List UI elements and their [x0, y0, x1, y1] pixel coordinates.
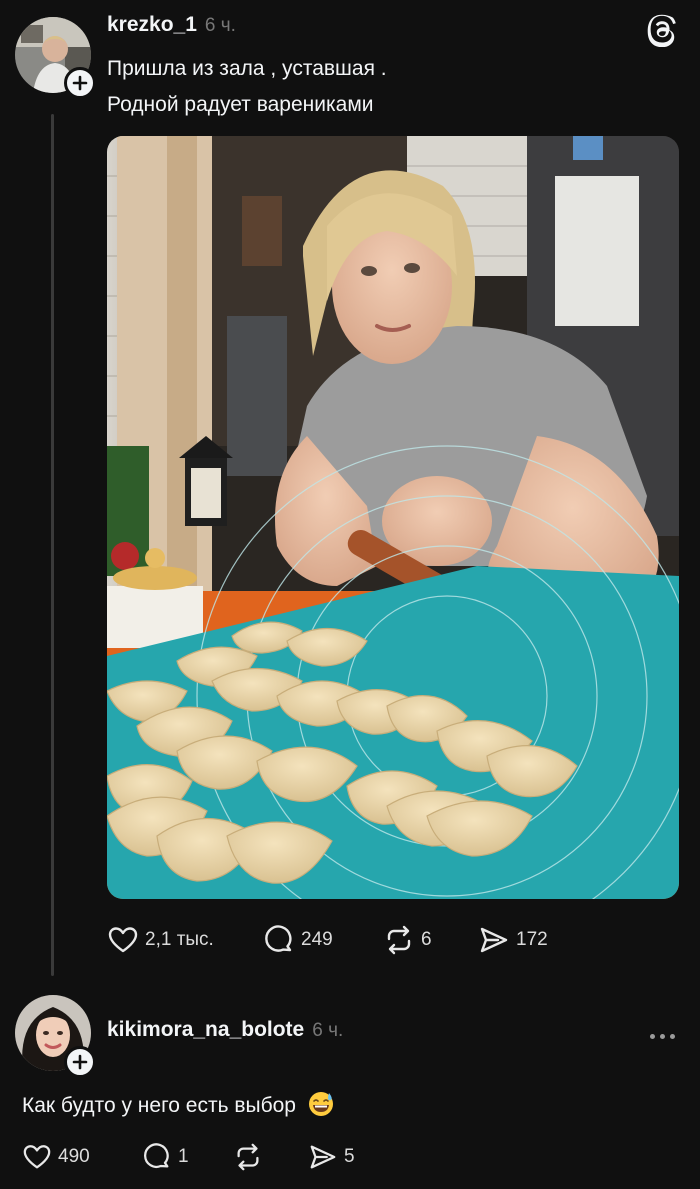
reply-author[interactable]: kikimora_na_bolote [107, 1018, 304, 1042]
reply-share-button[interactable]: 5 [308, 1142, 355, 1172]
thread-line [51, 114, 54, 976]
post-author[interactable]: krezko_1 [107, 13, 197, 37]
send-icon [310, 1145, 336, 1169]
heart-icon [108, 927, 138, 953]
reply-like-count: 490 [58, 1146, 90, 1167]
post-text-line: Пришла из зала , уставшая . [107, 57, 387, 80]
dot [650, 1034, 655, 1039]
plus-icon [72, 1054, 88, 1070]
reply-text-content: Как будто у него есть выбор [22, 1094, 296, 1117]
comment-count: 249 [301, 929, 333, 950]
post-text-line: Родной радует варениками [107, 93, 374, 116]
reply-comment-button[interactable]: 1 [142, 1142, 189, 1172]
comment-button[interactable]: 249 [263, 924, 333, 956]
plus-icon [72, 75, 88, 91]
heart-icon [23, 1145, 51, 1169]
reply-like-button[interactable]: 490 [22, 1142, 90, 1172]
send-icon [480, 927, 508, 953]
grinning-face-with-sweat-icon [308, 1092, 333, 1116]
post-text: Пришла из зала , уставшая . Родной радуе… [107, 51, 647, 123]
more-options-button[interactable] [650, 1030, 675, 1043]
share-button[interactable]: 172 [478, 924, 548, 956]
comment-icon [265, 925, 292, 952]
post-time: 6 ч. [204, 15, 236, 36]
comment-icon [144, 1143, 169, 1168]
post-header: krezko_1 6 ч. [107, 13, 236, 37]
reply-share-count: 5 [344, 1146, 355, 1167]
like-button[interactable]: 2,1 тыс. [107, 924, 214, 956]
follow-button[interactable] [64, 1046, 96, 1078]
repost-button[interactable]: 6 [383, 924, 432, 956]
dot [660, 1034, 665, 1039]
like-count: 2,1 тыс. [145, 929, 214, 950]
post-photo[interactable] [107, 136, 679, 899]
dot [670, 1034, 675, 1039]
reply-repost-button[interactable] [233, 1142, 269, 1172]
repost-icon [237, 1143, 259, 1171]
follow-button[interactable] [64, 67, 96, 99]
repost-icon [387, 925, 411, 955]
reply-time: 6 ч. [312, 1020, 344, 1041]
repost-count: 6 [421, 929, 432, 950]
share-count: 172 [516, 929, 548, 950]
threads-icon[interactable] [645, 13, 679, 48]
reply-text: Как будто у него есть выбор [22, 1088, 622, 1124]
reply-header: kikimora_na_bolote 6 ч. [107, 1018, 343, 1042]
reply-comment-count: 1 [178, 1146, 189, 1167]
